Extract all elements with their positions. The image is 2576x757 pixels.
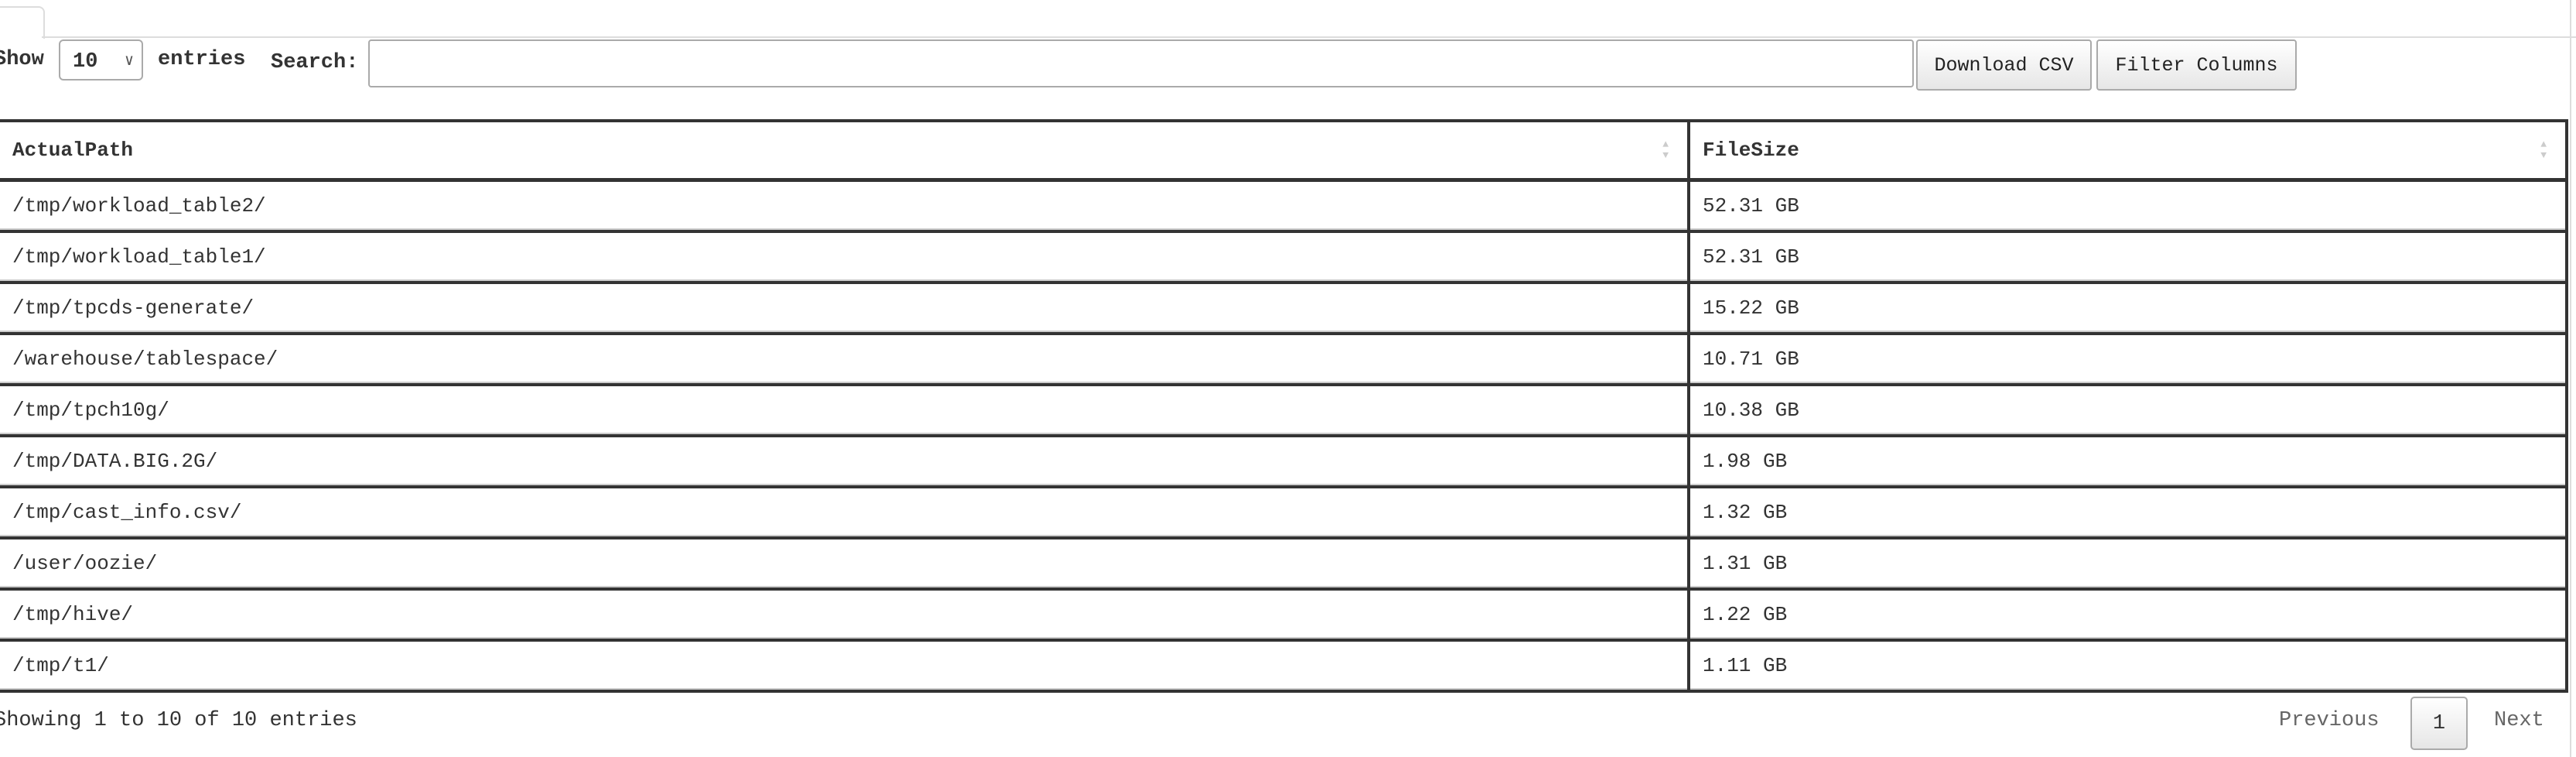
cell-actualpath: /tmp/hive/ — [0, 589, 1690, 642]
table-row: /warehouse/tablespace/10.71 GB — [0, 334, 2568, 386]
cell-actualpath: /tmp/workload_table2/ — [0, 180, 1690, 233]
cell-filesize: 1.98 GB — [1689, 436, 2568, 488]
next-button[interactable]: Next — [2494, 709, 2544, 732]
previous-button[interactable]: Previous — [2279, 709, 2380, 732]
page-length-select[interactable]: 10 ∨ — [59, 39, 143, 80]
cell-actualpath: /tmp/workload_table1/ — [0, 231, 1690, 284]
chevron-down-icon: ∨ — [124, 53, 134, 70]
table-row: /tmp/workload_table2/52.31 GB — [0, 180, 2568, 233]
table-row: /tmp/DATA.BIG.2G/1.98 GB — [0, 436, 2568, 488]
cell-filesize: 1.11 GB — [1689, 640, 2568, 693]
cell-filesize: 1.31 GB — [1689, 538, 2568, 591]
cell-actualpath: /tmp/t1/ — [0, 640, 1690, 693]
cell-filesize: 1.22 GB — [1689, 589, 2568, 642]
table-row: /user/oozie/1.31 GB — [0, 538, 2568, 591]
page-length-value: 10 — [73, 50, 98, 74]
entries-label: entries — [158, 48, 246, 71]
search-input[interactable] — [368, 39, 1914, 87]
table-row: /tmp/t1/1.11 GB — [0, 640, 2568, 693]
table-row: /tmp/workload_table1/52.31 GB — [0, 231, 2568, 284]
table-row: /tmp/tpcds-generate/15.22 GB — [0, 283, 2568, 335]
cell-filesize: 10.71 GB — [1689, 334, 2568, 386]
column-header-actualpath[interactable]: ActualPath ▲ ▼ — [0, 121, 1690, 182]
cell-actualpath: /tmp/tpcds-generate/ — [0, 283, 1690, 335]
column-header-filesize[interactable]: FileSize ▲ ▼ — [1689, 121, 2568, 182]
cell-filesize: 10.38 GB — [1689, 385, 2568, 437]
sort-icon: ▲ ▼ — [2540, 139, 2547, 161]
sort-icon: ▲ ▼ — [1662, 139, 1669, 161]
cell-filesize: 52.31 GB — [1689, 231, 2568, 284]
cell-actualpath: /tmp/cast_info.csv/ — [0, 487, 1690, 539]
table-info: Showing 1 to 10 of 10 entries — [0, 709, 357, 732]
cell-actualpath: /user/oozie/ — [0, 538, 1690, 591]
cell-actualpath: /tmp/DATA.BIG.2G/ — [0, 436, 1690, 488]
cell-actualpath: /tmp/tpch10g/ — [0, 385, 1690, 437]
table-row: /tmp/tpch10g/10.38 GB — [0, 385, 2568, 437]
page-1-button[interactable]: 1 — [2410, 697, 2468, 750]
cell-filesize: 52.31 GB — [1689, 180, 2568, 233]
cell-filesize: 15.22 GB — [1689, 283, 2568, 335]
cell-filesize: 1.32 GB — [1689, 487, 2568, 539]
cell-actualpath: /warehouse/tablespace/ — [0, 334, 1690, 386]
tab-divider — [42, 36, 2576, 38]
tab[interactable] — [0, 6, 45, 39]
table-row: /tmp/cast_info.csv/1.32 GB — [0, 487, 2568, 539]
search-label: Search: — [271, 51, 359, 74]
table-row: /tmp/hive/1.22 GB — [0, 589, 2568, 642]
show-label: Show — [0, 48, 44, 71]
data-table: ActualPath ▲ ▼ FileSize ▲ ▼ /tmp/workload_ta… — [0, 119, 2568, 693]
download-csv-button[interactable]: Download CSV — [1916, 39, 2092, 91]
filter-columns-button[interactable]: Filter Columns — [2096, 39, 2297, 91]
scrollbar-edge — [2570, 0, 2571, 757]
table-header-row: ActualPath ▲ ▼ FileSize ▲ ▼ — [0, 121, 2568, 182]
